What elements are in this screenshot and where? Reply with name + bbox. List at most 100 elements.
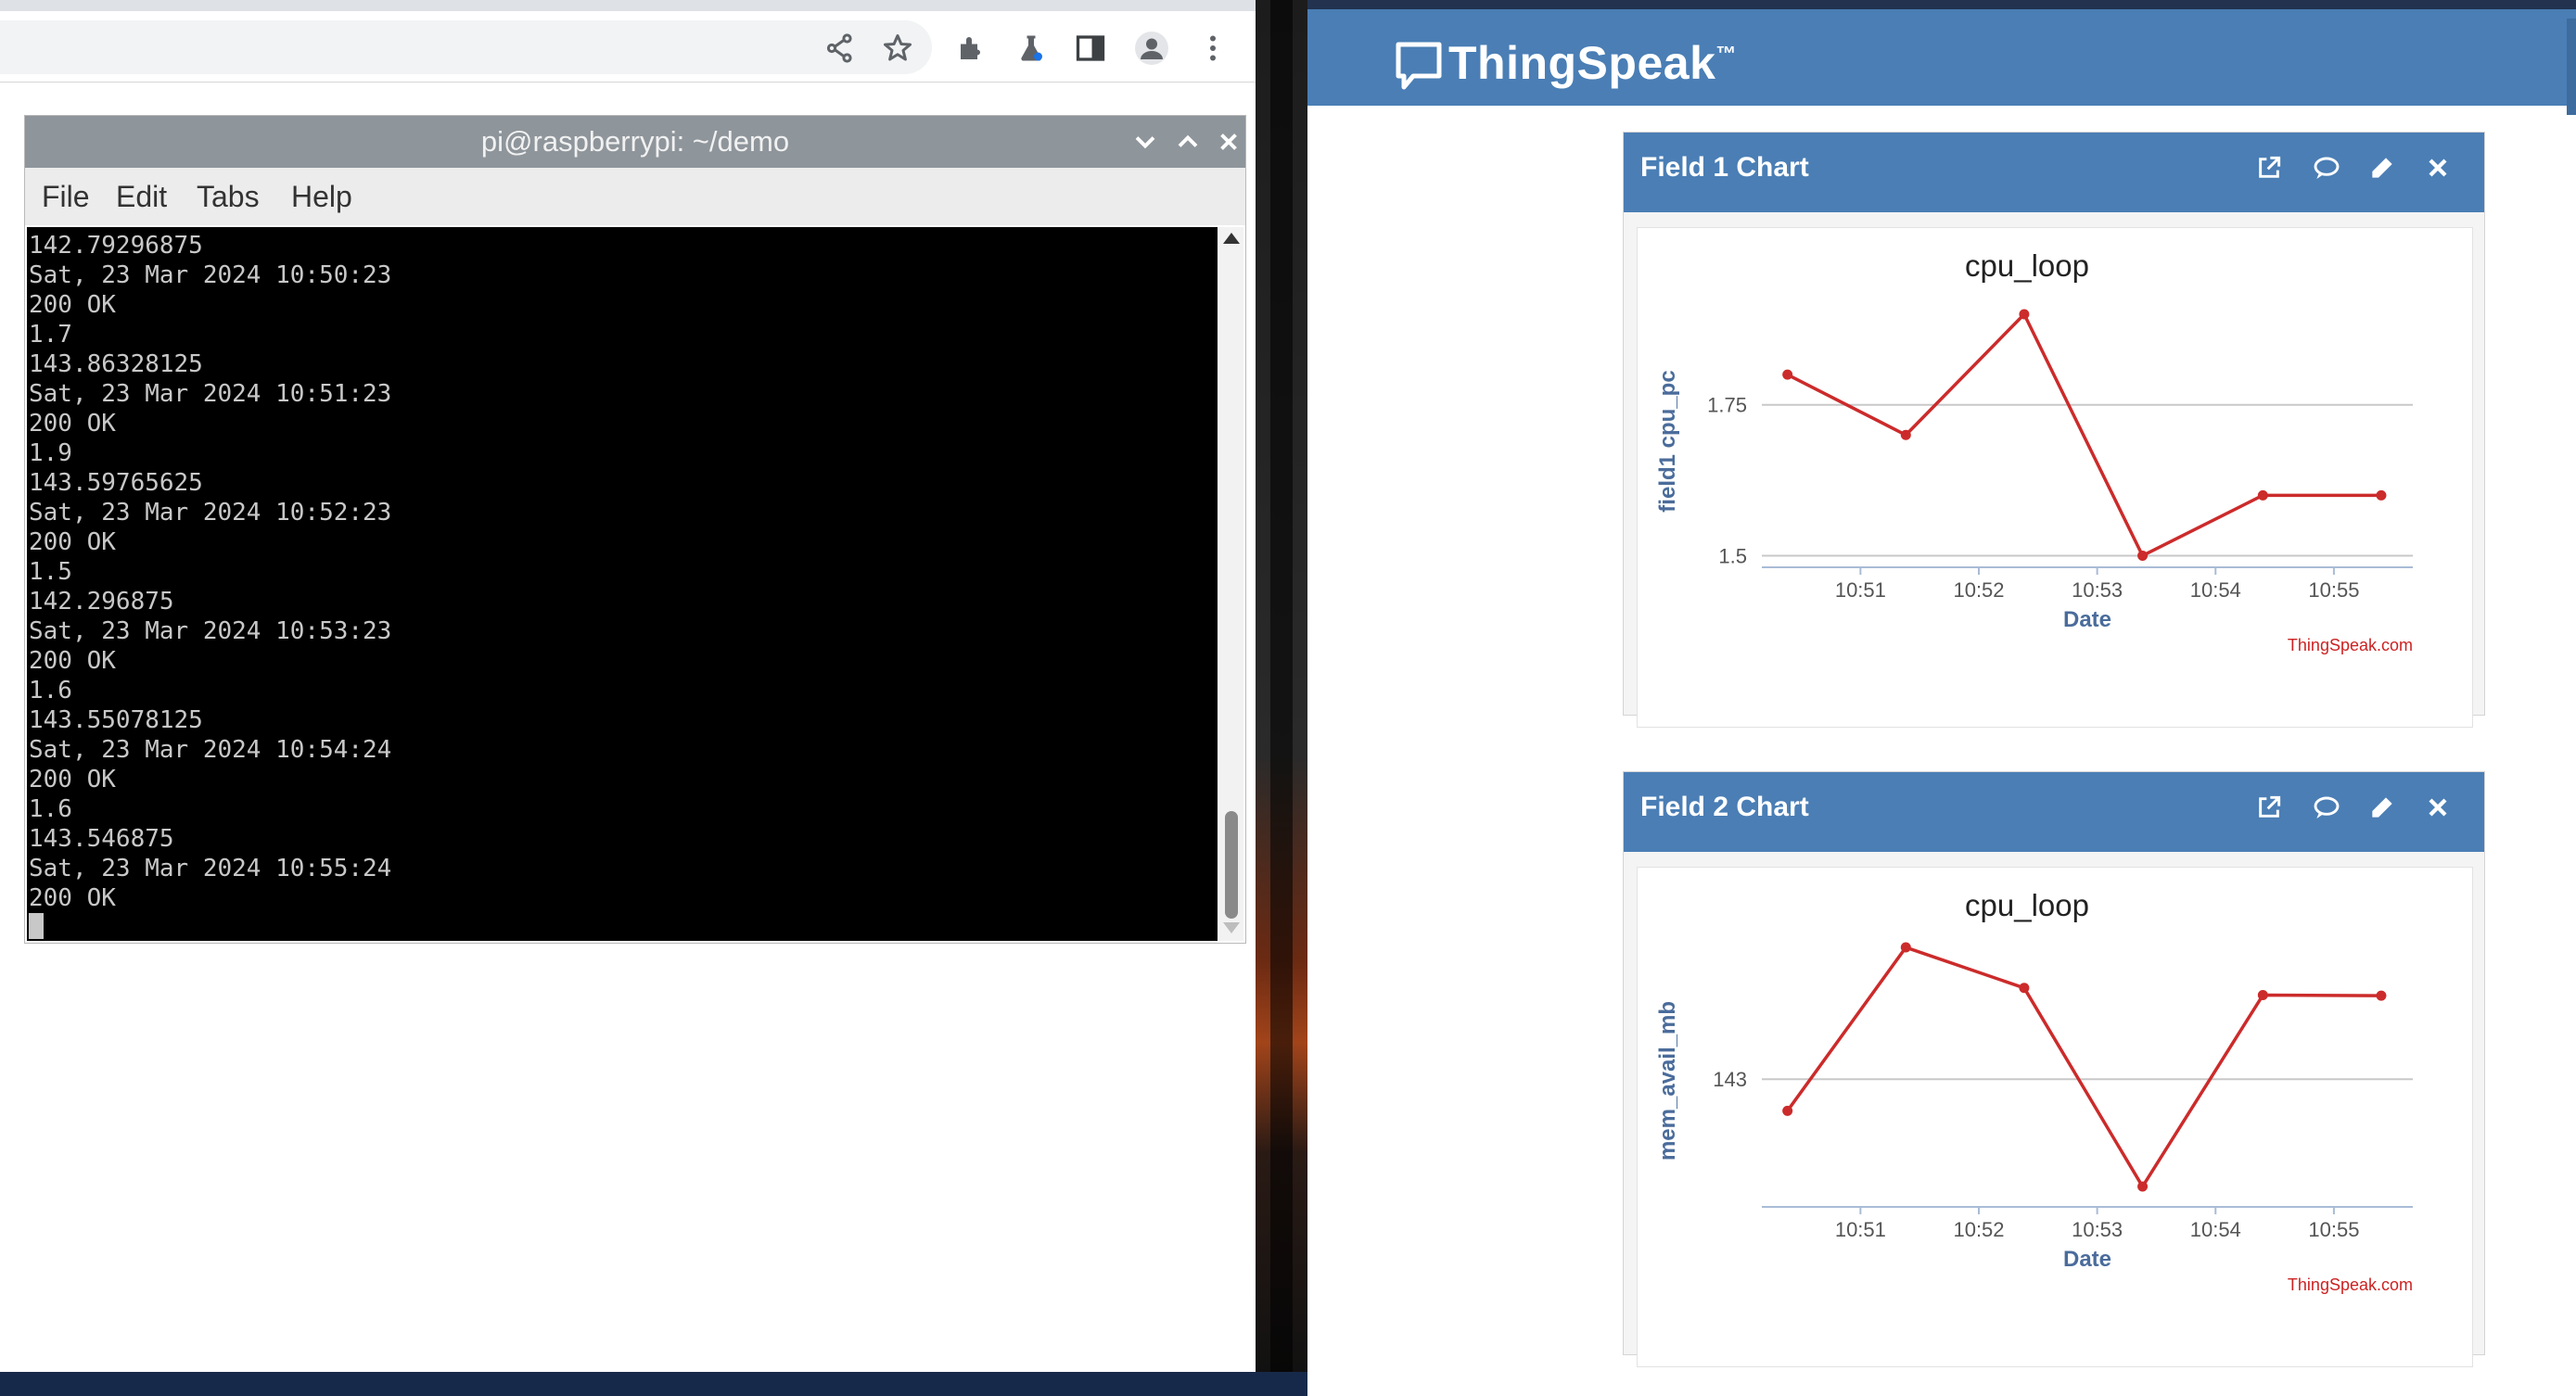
terminal-output[interactable]: 142.79296875 Sat, 23 Mar 2024 10:50:23 200… [27,227,1218,941]
terminal-line: 143.546875 [29,825,174,853]
menu-file[interactable]: File [42,168,90,225]
thingspeak-brand[interactable]: ThingSpeak™ [1448,35,1737,91]
field-2-chart-panel: Field 2 Chart cpu_loop 143 10:51 10:52 10:53… [1623,771,2485,1367]
terminal-line: 1.6 [29,677,72,704]
y-tick-label: 143 [1713,1068,1747,1091]
terminal-line: Sat, 23 Mar 2024 10:51:23 [29,380,392,408]
field-2-line-chart[interactable]: cpu_loop 143 10:51 10:52 10:53 10:54 10:55 Date… [1638,868,2472,1366]
terminal-title: pi@raspberrypi: ~/demo [480,125,790,158]
terminal-line: Sat, 23 Mar 2024 10:55:24 [29,855,392,882]
share-icon[interactable] [823,32,857,65]
y-tick-label: 1.75 [1707,394,1747,417]
scrollbar-thumb[interactable] [1225,811,1238,919]
data-point [2019,309,2030,320]
window-divider [1270,0,1293,1372]
panel-header: Field 2 Chart [1624,772,2484,852]
menu-tabs[interactable]: Tabs [197,168,260,225]
field-1-line-chart[interactable]: cpu_loop 1.5 1.75 10:51 10:52 10:53 10:54 10:55… [1638,228,2472,727]
chart-card: cpu_loop 143 10:51 10:52 10:53 10:54 10:55 Date… [1637,867,2473,1367]
terminal-line: 142.296875 [29,588,174,616]
terminal-line: 200 OK [29,884,116,912]
close-icon[interactable] [2423,793,2453,822]
menu-edit[interactable]: Edit [116,168,167,225]
x-tick-label: 10:55 [2308,1218,2359,1241]
x-tick-label: 10:51 [1835,578,1886,602]
open-external-icon[interactable] [2254,153,2284,183]
terminal-line: 1.7 [29,321,72,349]
data-point [2257,489,2268,501]
terminal-line: 1.6 [29,795,72,823]
data-point [2376,990,2387,1001]
extensions-icon[interactable] [955,32,988,65]
data-point [2137,550,2149,561]
page-scrollbar[interactable] [2567,19,2576,115]
browser-edge [1307,0,2576,9]
data-point [1900,942,1911,953]
brand-trademark: ™ [1715,42,1737,65]
x-tick-label: 10:53 [2072,1218,2123,1241]
x-tick-label: 10:54 [2190,1218,2241,1241]
terminal-line: 200 OK [29,291,116,319]
terminal-line: 200 OK [29,410,116,438]
data-point [1900,429,1911,440]
close-icon[interactable] [1212,125,1245,159]
data-point [2376,489,2387,501]
thingspeak-logo-icon[interactable] [1395,41,1443,93]
terminal-line: 143.59765625 [29,469,203,497]
maximize-icon[interactable] [1171,125,1205,159]
terminal-line: Sat, 23 Mar 2024 10:54:24 [29,736,392,764]
chart-title: cpu_loop [1965,248,2089,283]
browser-window: pi@raspberrypi: ~/demo File Edit Tabs He… [0,0,1256,1372]
terminal-menubar: File Edit Tabs Help [25,168,1245,225]
series-line [1786,945,2381,1188]
desktop-taskbar-edge [0,1372,1307,1396]
data-point [2137,1181,2149,1192]
side-panel-icon[interactable] [1074,32,1107,65]
edit-pencil-icon[interactable] [2367,153,2397,183]
terminal-lines: 142.79296875 Sat, 23 Mar 2024 10:50:23 200… [29,231,391,913]
close-icon[interactable] [2423,153,2453,183]
address-bar[interactable] [0,20,932,74]
x-tick-label: 10:52 [1953,1218,2004,1241]
terminal-line: 1.9 [29,439,72,467]
x-tick-label: 10:53 [2072,578,2123,602]
terminal-line: Sat, 23 Mar 2024 10:53:23 [29,617,392,645]
terminal-line: 143.86328125 [29,350,203,378]
edit-pencil-icon[interactable] [2367,793,2397,822]
scroll-down-arrow-icon[interactable] [1223,922,1240,933]
data-point [2019,983,2030,994]
x-tick-label: 10:52 [1953,578,2004,602]
terminal-line: 200 OK [29,647,116,675]
terminal-scrollbar[interactable] [1219,227,1243,941]
labs-flask-icon[interactable] [1014,32,1048,65]
scroll-up-arrow-icon[interactable] [1223,233,1240,244]
terminal-line: Sat, 23 Mar 2024 10:52:23 [29,499,392,527]
thingspeak-header: ThingSpeak™ [1307,9,2576,115]
terminal-line: Sat, 23 Mar 2024 10:50:23 [29,261,392,289]
profile-icon[interactable] [1135,32,1168,65]
panel-title: Field 2 Chart [1640,792,1809,822]
terminal-titlebar[interactable]: pi@raspberrypi: ~/demo [25,116,1245,168]
terminal-line: 142.79296875 [29,232,203,260]
chart-card: cpu_loop 1.5 1.75 10:51 10:52 10:53 10:54 10:55… [1637,227,2473,728]
terminal-cursor [29,913,44,939]
browser-tab-strip [0,0,1256,11]
y-axis-title: mem_avail_mb [1655,1001,1680,1161]
brand-name: ThingSpeak [1448,37,1716,89]
menu-help[interactable]: Help [291,168,352,225]
comment-icon[interactable] [2312,153,2341,183]
star-icon[interactable] [881,32,914,65]
more-vert-icon[interactable] [1196,32,1230,65]
x-tick-label: 10:55 [2308,578,2359,602]
y-axis-title: field1 cpu_pc [1655,370,1680,512]
open-external-icon[interactable] [2254,793,2284,822]
chart-credit-link[interactable]: ThingSpeak.com [2288,1275,2413,1294]
chart-credit-link[interactable]: ThingSpeak.com [2288,636,2413,654]
terminal-line: 1.5 [29,558,72,586]
thingspeak-page: ThingSpeak™ Field 1 Chart cpu_loop 1.5 1.7… [1307,0,2576,1396]
minimize-icon[interactable] [1129,125,1162,159]
terminal-window: pi@raspberrypi: ~/demo File Edit Tabs He… [24,115,1246,944]
comment-icon[interactable] [2312,793,2341,822]
x-tick-label: 10:54 [2190,578,2241,602]
panel-header: Field 1 Chart [1624,133,2484,212]
